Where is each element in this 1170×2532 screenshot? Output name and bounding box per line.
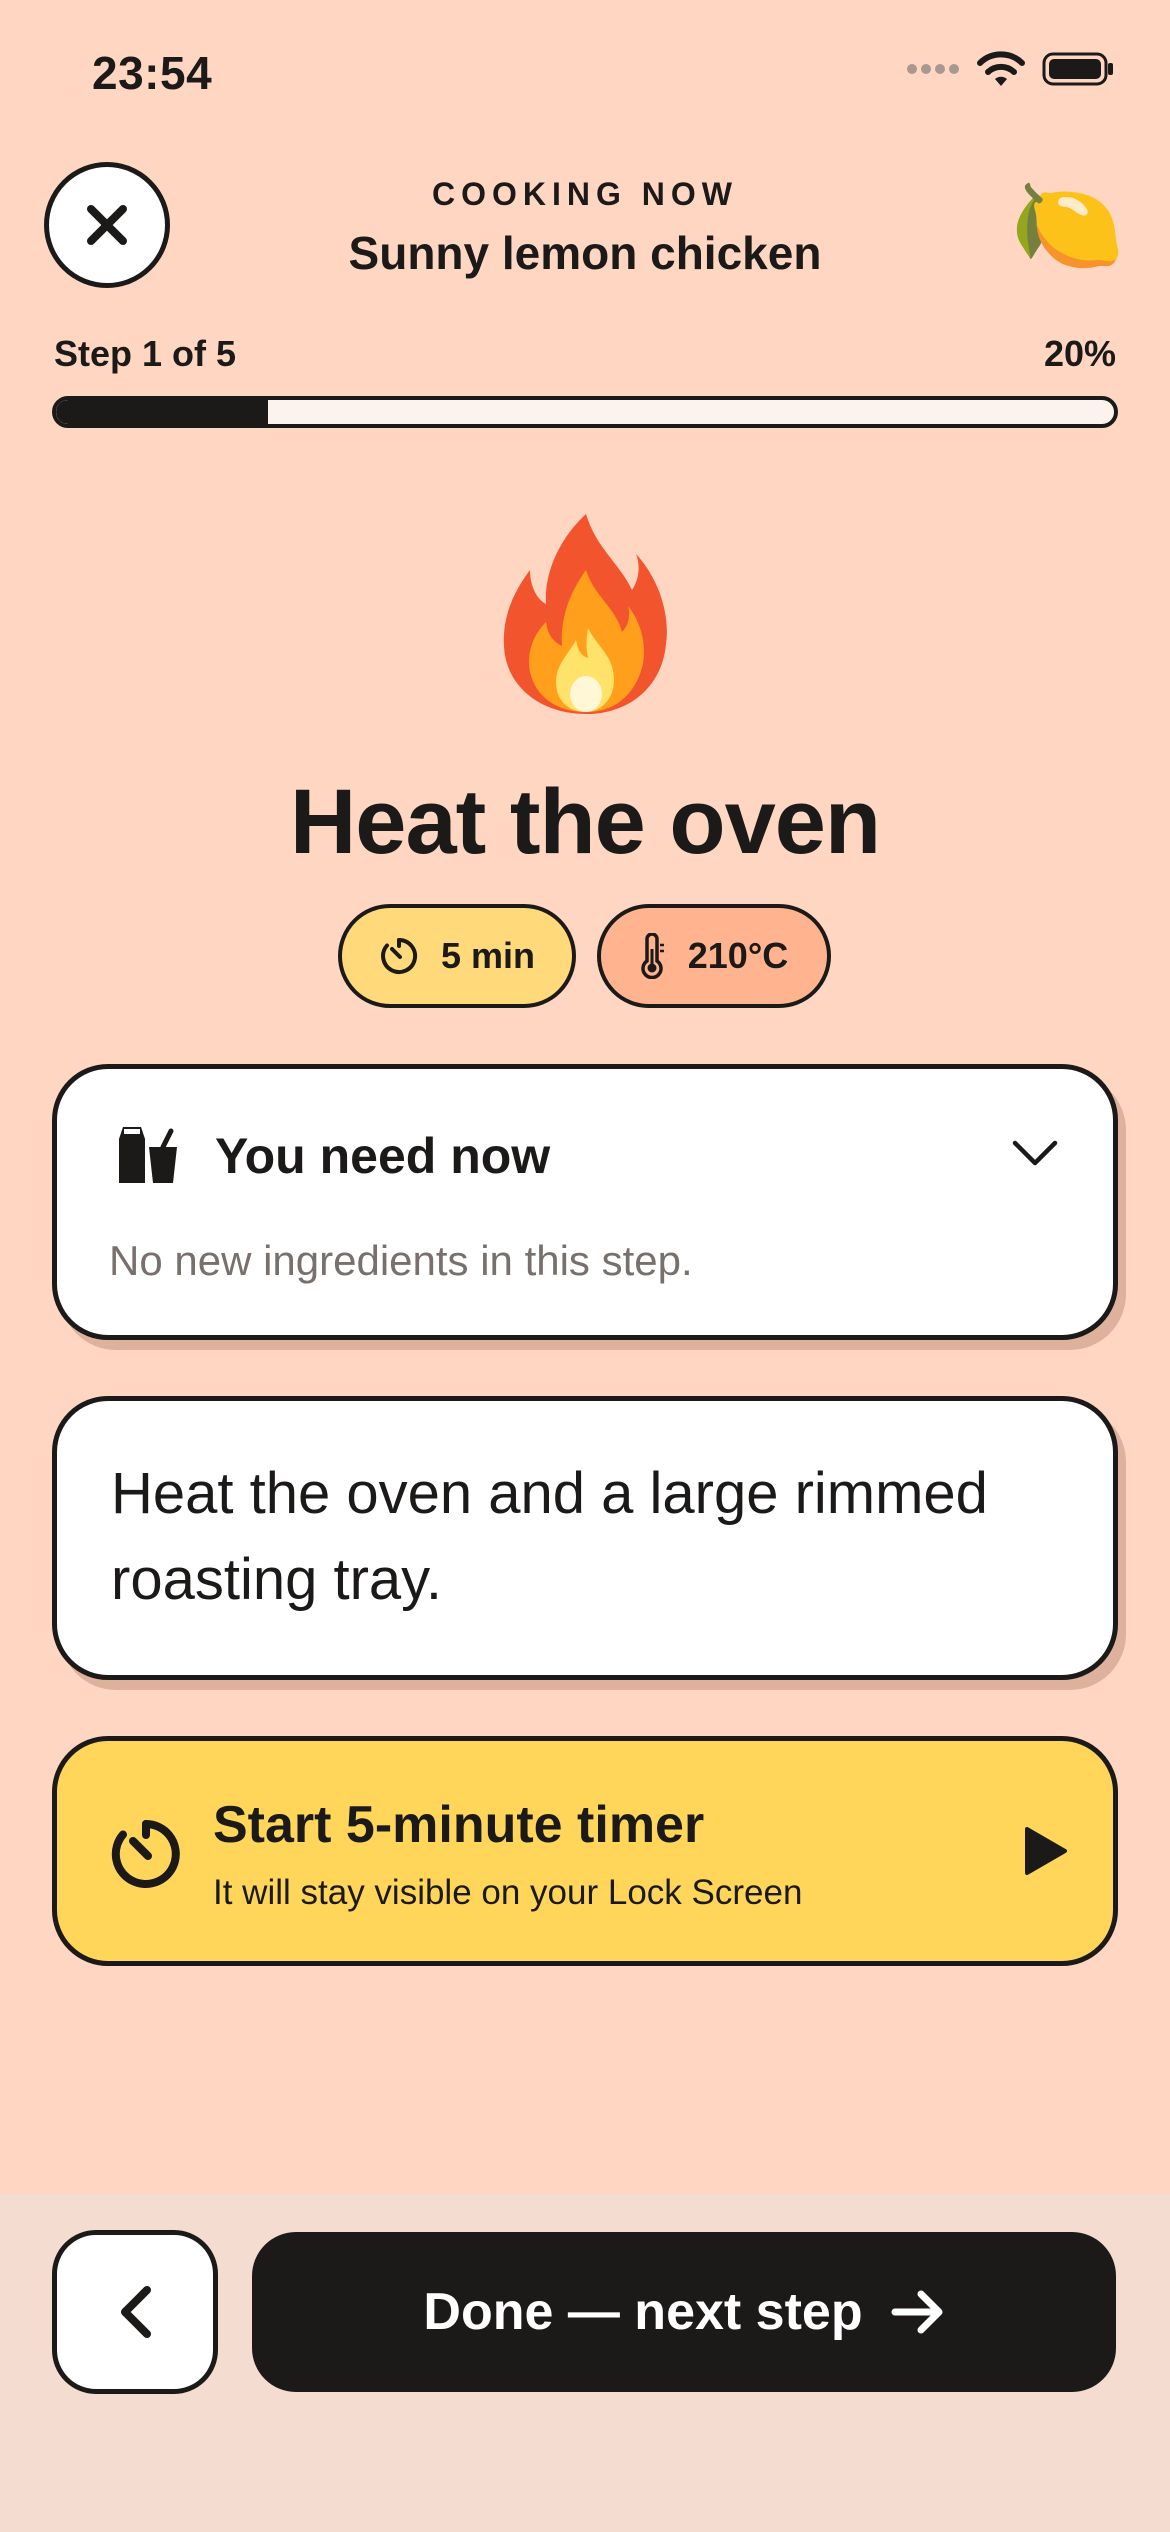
you-need-now-subtitle: No new ingredients in this step. [109,1237,693,1284]
progress-percent: 20% [1043,333,1116,374]
play-icon [1025,1827,1067,1875]
previous-step-button[interactable] [52,2230,218,2394]
lemon-icon: 🍋 [1010,172,1125,279]
chevron-down-icon[interactable] [1011,1139,1059,1167]
thermometer-icon [641,933,664,979]
arrow-right-icon [891,2290,943,2334]
battery-icon [1042,52,1113,86]
timer-icon [381,937,418,974]
cooking-now-label: COOKING NOW [432,176,738,212]
start-timer-button[interactable]: Start 5-minute timer It will stay visibl… [52,1736,1118,1966]
you-need-now-title: You need now [215,1128,551,1184]
status-time: 23:54 [92,47,213,99]
next-step-button[interactable]: Done — next step [252,2232,1116,2392]
wifi-icon [977,51,1025,86]
cellular-signal-icon [907,64,959,74]
timer-icon [111,1820,180,1888]
recipe-title: Sunny lemon chicken [348,227,822,279]
instruction-text: Heat the oven and a large rimmed roastin… [111,1461,988,1612]
instruction-card: Heat the oven and a large rimmed roastin… [52,1396,1118,1680]
status-icons [906,50,1114,88]
chevron-left-icon [121,2286,151,2338]
temperature-chip: 210°C [597,904,831,1008]
time-chip: 5 min [338,904,576,1008]
step-title: Heat the oven [289,771,881,873]
fire-icon [503,514,667,714]
ingredients-icon [119,1127,177,1183]
next-step-label: Done — next step [423,2283,863,2341]
temperature-chip-label: 210°C [687,935,789,976]
timer-subtitle: It will stay visible on your Lock Screen [213,1873,803,1912]
timer-title: Start 5-minute timer [213,1796,705,1854]
progress-bar [52,396,1118,428]
progress-bar-fill [56,400,268,424]
step-counter: Step 1 of 5 [54,333,237,374]
time-chip-label: 5 min [440,935,536,976]
you-need-now-card[interactable]: You need now No new ingredients in this … [52,1064,1118,1340]
hero-flame [0,508,1170,718]
